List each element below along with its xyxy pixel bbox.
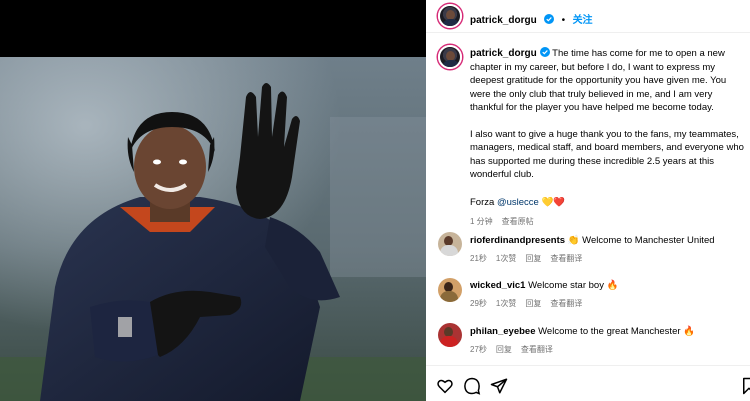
fire-emoji: 🔥: [683, 326, 696, 337]
author-avatar[interactable]: [438, 4, 462, 28]
reply-button[interactable]: 回复: [525, 254, 541, 263]
author-username[interactable]: patrick_dorgu: [470, 15, 537, 26]
comment-text: Welcome star boy: [528, 280, 604, 291]
comment-meta: 29秒 1次赞 回复 查看翻译: [470, 298, 748, 310]
see-translation-button[interactable]: 查看翻译: [550, 254, 582, 263]
caption-username[interactable]: patrick_dorgu: [470, 48, 537, 59]
post-media[interactable]: [0, 0, 426, 401]
post-header: patrick_dorgu • 关注: [426, 0, 750, 33]
heart-icon[interactable]: [436, 377, 454, 395]
see-translation-button[interactable]: 查看翻译: [521, 345, 553, 354]
post-detail-panel: patrick_dorgu • 关注 patrick_dorgu The tim…: [426, 0, 750, 401]
post-caption: patrick_dorgu The time has come for me t…: [470, 47, 748, 229]
caption-text-3: Forza: [470, 196, 497, 208]
separator-dot: •: [561, 15, 566, 26]
follow-button[interactable]: 关注: [573, 15, 593, 26]
comment-text: Welcome to the great Manchester: [538, 326, 681, 337]
comment-text: Welcome to Manchester United: [582, 235, 715, 246]
comment-item: wicked_vic1 Welcome star boy 🔥 29秒 1次赞 回复查…: [470, 280, 748, 310]
comment-meta: 27秒 回复 查看翻译: [470, 344, 748, 356]
fire-emoji: 🔥: [606, 280, 619, 291]
caption-paragraph-1: patrick_dorgu The time has come for me t…: [470, 47, 748, 115]
reply-button[interactable]: 回复: [525, 299, 541, 308]
comment-time: 21秒: [470, 254, 487, 263]
caption-paragraph-2: I also want to give a huge thank you to …: [470, 128, 744, 181]
share-icon[interactable]: [490, 377, 508, 395]
bookmark-icon[interactable]: [740, 377, 750, 395]
comment-time: 27秒: [470, 345, 487, 354]
heart-emojis: 💛❤️: [541, 196, 566, 208]
see-translation-button[interactable]: 查看翻译: [550, 299, 582, 308]
comment-likes[interactable]: 1次赞: [496, 299, 516, 308]
comment-username[interactable]: philan_eyebee: [470, 326, 535, 337]
comment-avatar[interactable]: [438, 232, 462, 256]
clap-emoji: 👏: [567, 235, 580, 246]
comment-username[interactable]: rioferdinandpresents: [470, 235, 565, 246]
caption-meta: 1 分钟 查看原帖: [470, 215, 748, 229]
comment-icon[interactable]: [463, 377, 481, 395]
comment-avatar[interactable]: [438, 278, 462, 302]
caption-paragraph-3: Forza @uslecce 💛❤️: [470, 196, 748, 210]
post-actions-bar: [426, 365, 750, 401]
comment-avatar[interactable]: [438, 323, 462, 347]
verified-badge-icon: [539, 47, 550, 57]
comment-username[interactable]: wicked_vic1: [470, 280, 525, 291]
post-photo: [0, 57, 426, 401]
comment-item: rioferdinandpresents 👏 Welcome to Manche…: [470, 235, 748, 265]
comment-item: philan_eyebee Welcome to the great Manch…: [470, 326, 748, 356]
comment-meta: 21秒 1次赞 回复 查看翻译: [470, 253, 748, 265]
verified-badge-icon: [544, 14, 555, 24]
post-time: 1 分钟: [470, 217, 493, 226]
see-original-link[interactable]: 查看原帖: [502, 217, 534, 226]
comment-time: 29秒: [470, 299, 487, 308]
comment-likes[interactable]: 1次赞: [496, 254, 516, 263]
mention-link[interactable]: @uslecce: [497, 197, 539, 208]
reply-button[interactable]: 回复: [496, 345, 512, 354]
caption-avatar[interactable]: [438, 45, 462, 69]
player-waving-image: [0, 57, 426, 401]
